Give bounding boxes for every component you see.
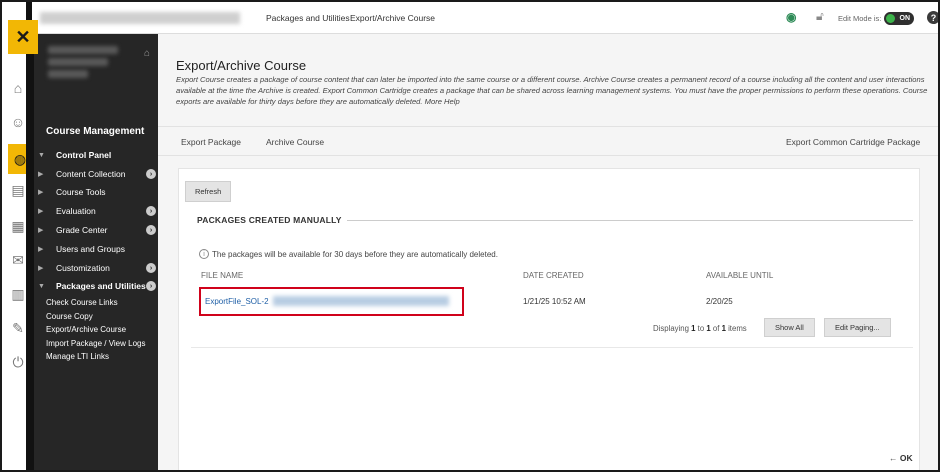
course-menu-edge xyxy=(26,2,34,470)
nav-link-manage-lti-links[interactable]: Manage LTI Links xyxy=(46,352,109,361)
row-available-until: 2/20/25 xyxy=(706,297,733,306)
nav-item-packages-and-utilities[interactable]: ▼ Packages and Utilities › xyxy=(38,278,158,294)
ok-label: OK xyxy=(899,453,913,463)
archive-course-button[interactable]: Archive Course xyxy=(266,137,324,147)
file-highlight-box xyxy=(199,287,464,316)
expand-right-icon: ▶ xyxy=(38,208,44,215)
show-all-button[interactable]: Show All xyxy=(764,318,815,337)
section-title: PACKAGES CREATED MANUALLY xyxy=(197,215,342,225)
nav-item-evaluation[interactable]: ▶ Evaluation › xyxy=(38,203,158,219)
blurred-course-name xyxy=(48,46,118,54)
course-home-icon[interactable]: ⌂ xyxy=(144,48,150,59)
blurred-course-breadcrumb xyxy=(40,12,240,24)
panel-divider xyxy=(191,347,913,348)
lock-icon[interactable]: 🔓︎ xyxy=(816,9,824,24)
messages-icon[interactable]: ✉ xyxy=(10,252,26,268)
expand-down-icon: ▼ xyxy=(38,282,45,290)
nav-item-label: Users and Groups xyxy=(56,244,125,254)
nav-item-customization[interactable]: ▶ Customization › xyxy=(38,260,158,276)
expand-right-icon: ▶ xyxy=(38,189,44,196)
nav-item-label: Evaluation xyxy=(56,206,96,216)
organizations-icon[interactable]: ▤ xyxy=(10,182,26,198)
ok-button[interactable]: ← OK xyxy=(889,453,913,463)
column-file-name: FILE NAME xyxy=(201,271,244,280)
nav-link-export-archive-course[interactable]: Export/Archive Course xyxy=(46,325,126,334)
student-preview-eye-icon[interactable]: ◉ xyxy=(786,10,796,24)
nav-item-grade-center[interactable]: ▶ Grade Center › xyxy=(38,222,158,238)
expand-right-icon: ▶ xyxy=(38,246,44,253)
section-divider xyxy=(347,220,913,221)
column-date-created: DATE CREATED xyxy=(523,271,584,280)
circle-arrow-icon[interactable]: › xyxy=(146,281,156,291)
control-panel-label: Control Panel xyxy=(56,150,112,160)
nav-item-label: Customization xyxy=(56,263,110,273)
paging-items-word: items xyxy=(728,324,747,333)
main-content: Export/Archive Course Export Course crea… xyxy=(158,34,938,470)
user-icon[interactable]: ☺ xyxy=(10,114,26,130)
breadcrumb-export-archive-course: Export/Archive Course xyxy=(350,13,436,23)
back-arrow-icon: ← xyxy=(889,453,898,463)
description-text: Export Course creates a package of cours… xyxy=(176,75,928,106)
calendar-icon[interactable]: ▦ xyxy=(10,218,26,234)
column-available-until: AVAILABLE UNTIL xyxy=(706,271,774,280)
expand-right-icon: ▶ xyxy=(38,227,44,234)
edit-mode-state: ON xyxy=(899,15,911,22)
nav-item-label: Course Tools xyxy=(56,187,106,197)
blurred-course-name-line2 xyxy=(48,58,108,66)
grades-icon[interactable]: ▥ xyxy=(10,286,26,302)
paging-from: 1 xyxy=(691,324,696,333)
course-menu: ⌂ Course Management ▼ Control Panel ▶ Co… xyxy=(26,2,158,470)
export-common-cartridge-button[interactable]: Export Common Cartridge Package xyxy=(786,137,920,147)
institution-icon[interactable]: ⌂ xyxy=(10,80,26,96)
paging-of-word: of xyxy=(712,324,720,333)
close-icon[interactable]: ✕ xyxy=(8,20,38,54)
app-frame: ✕ ⌂ ☺ ◍ ▤ ▦ ✉ ▥ ✎ ⏻ ⌂ Course Management … xyxy=(0,0,940,472)
refresh-button[interactable]: Refresh xyxy=(185,181,232,202)
page-title: Export/Archive Course xyxy=(176,58,307,73)
paging-prefix: Displaying xyxy=(653,324,689,333)
edit-paging-button[interactable]: Edit Paging... xyxy=(824,318,891,337)
paging-total: 1 xyxy=(721,324,726,333)
expand-right-icon: ▶ xyxy=(38,265,44,272)
nav-item-users-and-groups[interactable]: ▶ Users and Groups xyxy=(38,241,158,257)
info-icon: i xyxy=(199,249,209,259)
top-bar: Packages and Utilities Export/Archive Co… xyxy=(32,2,938,34)
edit-mode-toggle[interactable]: ON xyxy=(884,12,914,25)
breadcrumb-packages-and-utilities[interactable]: Packages and Utilities xyxy=(266,13,350,23)
paging-to: 1 xyxy=(706,324,711,333)
notice-text: The packages will be available for 30 da… xyxy=(212,249,498,259)
edit-icon[interactable]: ✎ xyxy=(10,320,26,336)
nav-item-label: Grade Center xyxy=(56,225,108,235)
control-panel-header[interactable]: ▼ Control Panel xyxy=(38,147,158,163)
nav-item-content-collection[interactable]: ▶ Content Collection › xyxy=(38,166,158,182)
nav-link-check-course-links[interactable]: Check Course Links xyxy=(46,298,118,307)
toggle-knob xyxy=(886,14,895,23)
nav-item-course-tools[interactable]: ▶ Course Tools xyxy=(38,184,158,200)
circle-arrow-icon[interactable]: › xyxy=(146,263,156,273)
paging-summary: Displaying 1 to 1 of 1 items xyxy=(653,324,747,333)
expand-right-icon: ▶ xyxy=(38,171,44,178)
paging-to-word: to xyxy=(697,324,705,333)
blurred-course-name-line3 xyxy=(48,70,88,78)
nav-link-import-package[interactable]: Import Package / View Logs xyxy=(46,339,145,348)
action-bar: Export Package Archive Course Export Com… xyxy=(158,126,938,156)
help-icon[interactable]: ? xyxy=(927,11,938,24)
packages-panel: Refresh PACKAGES CREATED MANUALLY i The … xyxy=(178,168,920,470)
sign-out-icon[interactable]: ⏻ xyxy=(10,354,26,370)
expand-down-icon: ▼ xyxy=(38,151,45,159)
row-date-created: 1/21/25 10:52 AM xyxy=(523,297,586,306)
circle-arrow-icon[interactable]: › xyxy=(146,206,156,216)
edit-mode-label: Edit Mode is: xyxy=(838,14,882,23)
export-package-button[interactable]: Export Package xyxy=(181,137,241,147)
course-management-heading: Course Management xyxy=(46,126,145,137)
circle-arrow-icon[interactable]: › xyxy=(146,225,156,235)
nav-item-label: Packages and Utilities xyxy=(56,281,146,291)
availability-notice: i The packages will be available for 30 … xyxy=(199,249,498,259)
page-description: Export Course creates a package of cours… xyxy=(176,74,928,107)
nav-item-label: Content Collection xyxy=(56,169,126,179)
circle-arrow-icon[interactable]: › xyxy=(146,169,156,179)
more-help-link[interactable]: More Help xyxy=(425,97,460,106)
nav-link-course-copy[interactable]: Course Copy xyxy=(46,312,93,321)
